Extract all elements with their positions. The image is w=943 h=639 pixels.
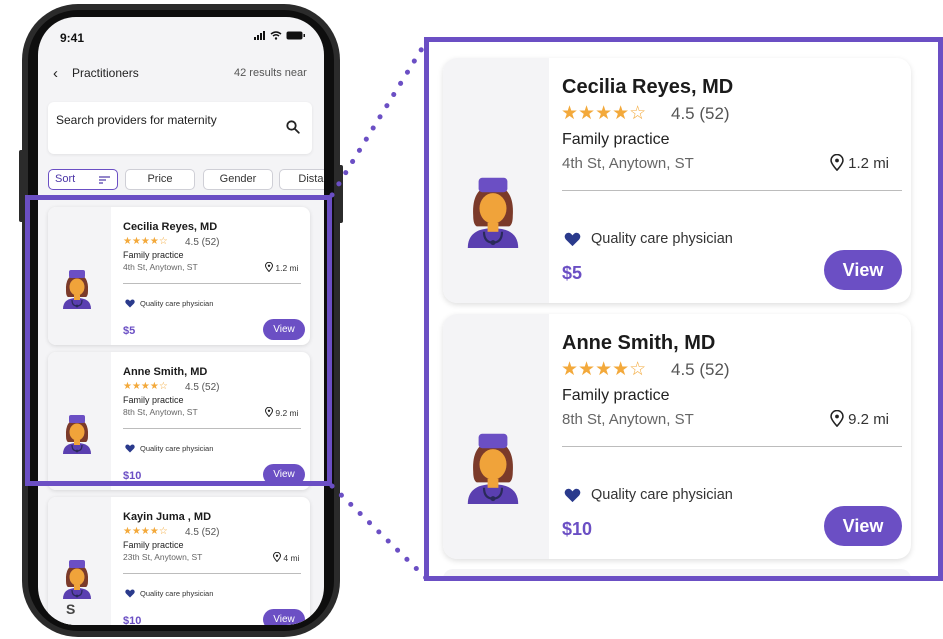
distance-chip[interactable]: Distan <box>279 169 324 190</box>
search-query: Search providers for maternity <box>56 113 217 127</box>
doctor-avatar-icon <box>63 560 91 599</box>
practitioner-name: Kayin Juma , MD <box>123 511 212 523</box>
search-icon[interactable] <box>286 120 300 134</box>
distance: 4 mi <box>272 551 300 563</box>
next-card-peek <box>443 569 911 576</box>
practitioner-name: Anne Smith, MD <box>562 332 716 354</box>
rating-value: 4.5 (52) <box>185 527 220 538</box>
rating-stars: ★★★★☆ <box>561 103 647 124</box>
location-pin-icon <box>830 153 844 172</box>
specialty: Family practice <box>123 540 184 550</box>
distance-value: 1.2 mi <box>848 155 890 172</box>
view-button[interactable]: View <box>824 250 902 290</box>
address: 23th St, Anytown, ST <box>123 552 203 562</box>
rating-stars: ★★★★☆ <box>561 359 647 380</box>
quality-label: Quality care physician <box>140 589 214 598</box>
address: 8th St, Anytown, ST <box>562 411 694 428</box>
avatar-pane <box>48 497 111 625</box>
status-bar: 9:41 <box>38 17 324 57</box>
avatar-pane <box>443 314 549 559</box>
price-chip-label: Price <box>147 173 173 185</box>
signal-icon <box>254 31 265 40</box>
practitioner-card[interactable]: Kayin Juma , MD ★★★★☆ 4.5 (52) Family pr… <box>48 497 310 625</box>
distance: 9.2 mi <box>830 409 890 428</box>
location-pin-icon <box>272 551 282 563</box>
divider <box>123 573 301 574</box>
status-time: 9:41 <box>60 31 85 45</box>
distance: 1.2 mi <box>830 153 890 172</box>
status-icons <box>254 31 306 40</box>
practitioner-card-zoomed[interactable]: Cecilia Reyes, MD ★★★★☆ 4.5 (52) Family … <box>443 58 911 303</box>
price: $5 <box>562 263 583 283</box>
wifi-icon <box>270 31 282 40</box>
distance-chip-label: Distan <box>298 173 324 185</box>
price: $10 <box>123 615 142 625</box>
doctor-avatar-icon <box>467 433 519 504</box>
sort-icon <box>99 176 110 184</box>
zoom-panel: Cecilia Reyes, MD ★★★★☆ 4.5 (52) Family … <box>424 37 943 581</box>
specialty: Family practice <box>562 131 670 148</box>
sort-label: Sort <box>55 173 76 185</box>
heart-icon <box>125 589 135 598</box>
price: $10 <box>562 519 593 539</box>
rating-value: 4.5 (52) <box>671 360 730 379</box>
practitioner-card-zoomed[interactable]: Anne Smith, MD ★★★★☆ 4.5 (52) Family pra… <box>443 314 911 559</box>
page-title: Practitioners <box>72 66 139 80</box>
gender-chip-label: Gender <box>219 173 257 185</box>
view-button[interactable]: View <box>824 506 902 546</box>
heart-icon <box>564 232 581 247</box>
location-pin-icon <box>830 409 844 428</box>
battery-icon <box>286 31 305 40</box>
doctor-avatar-icon <box>467 177 519 248</box>
phone-side-button <box>338 165 343 223</box>
chevron-left-icon[interactable]: ‹ <box>53 65 58 83</box>
filter-chips: Sort Price Gender Distan <box>48 169 324 191</box>
nav-bar: ‹ Practitioners 42 results near <box>38 65 324 87</box>
quality-label: Quality care physician <box>591 231 733 247</box>
specialty: Family practice <box>562 387 670 404</box>
results-count: 42 results near <box>234 67 307 79</box>
sort-chip[interactable]: Sort <box>48 169 118 190</box>
gender-chip[interactable]: Gender <box>203 169 273 190</box>
distance-value: 4 mi <box>283 553 300 563</box>
avatar-pane <box>443 58 549 303</box>
highlight-box <box>25 195 332 486</box>
heart-icon <box>564 488 581 503</box>
address: 4th St, Anytown, ST <box>562 155 694 172</box>
practitioner-name: Cecilia Reyes, MD <box>562 76 734 98</box>
rating-stars: ★★★★☆ <box>123 526 168 537</box>
quality-label: Quality care physician <box>591 487 733 503</box>
phone-side-button <box>19 150 24 222</box>
search-input[interactable]: Search providers for maternity <box>48 102 312 154</box>
rating-value: 4.5 (52) <box>671 104 730 123</box>
price-chip[interactable]: Price <box>125 169 195 190</box>
divider <box>562 190 902 191</box>
home-glyph: S <box>66 601 76 617</box>
distance-value: 9.2 mi <box>848 411 890 428</box>
divider <box>562 446 902 447</box>
view-button[interactable]: View <box>263 609 305 625</box>
